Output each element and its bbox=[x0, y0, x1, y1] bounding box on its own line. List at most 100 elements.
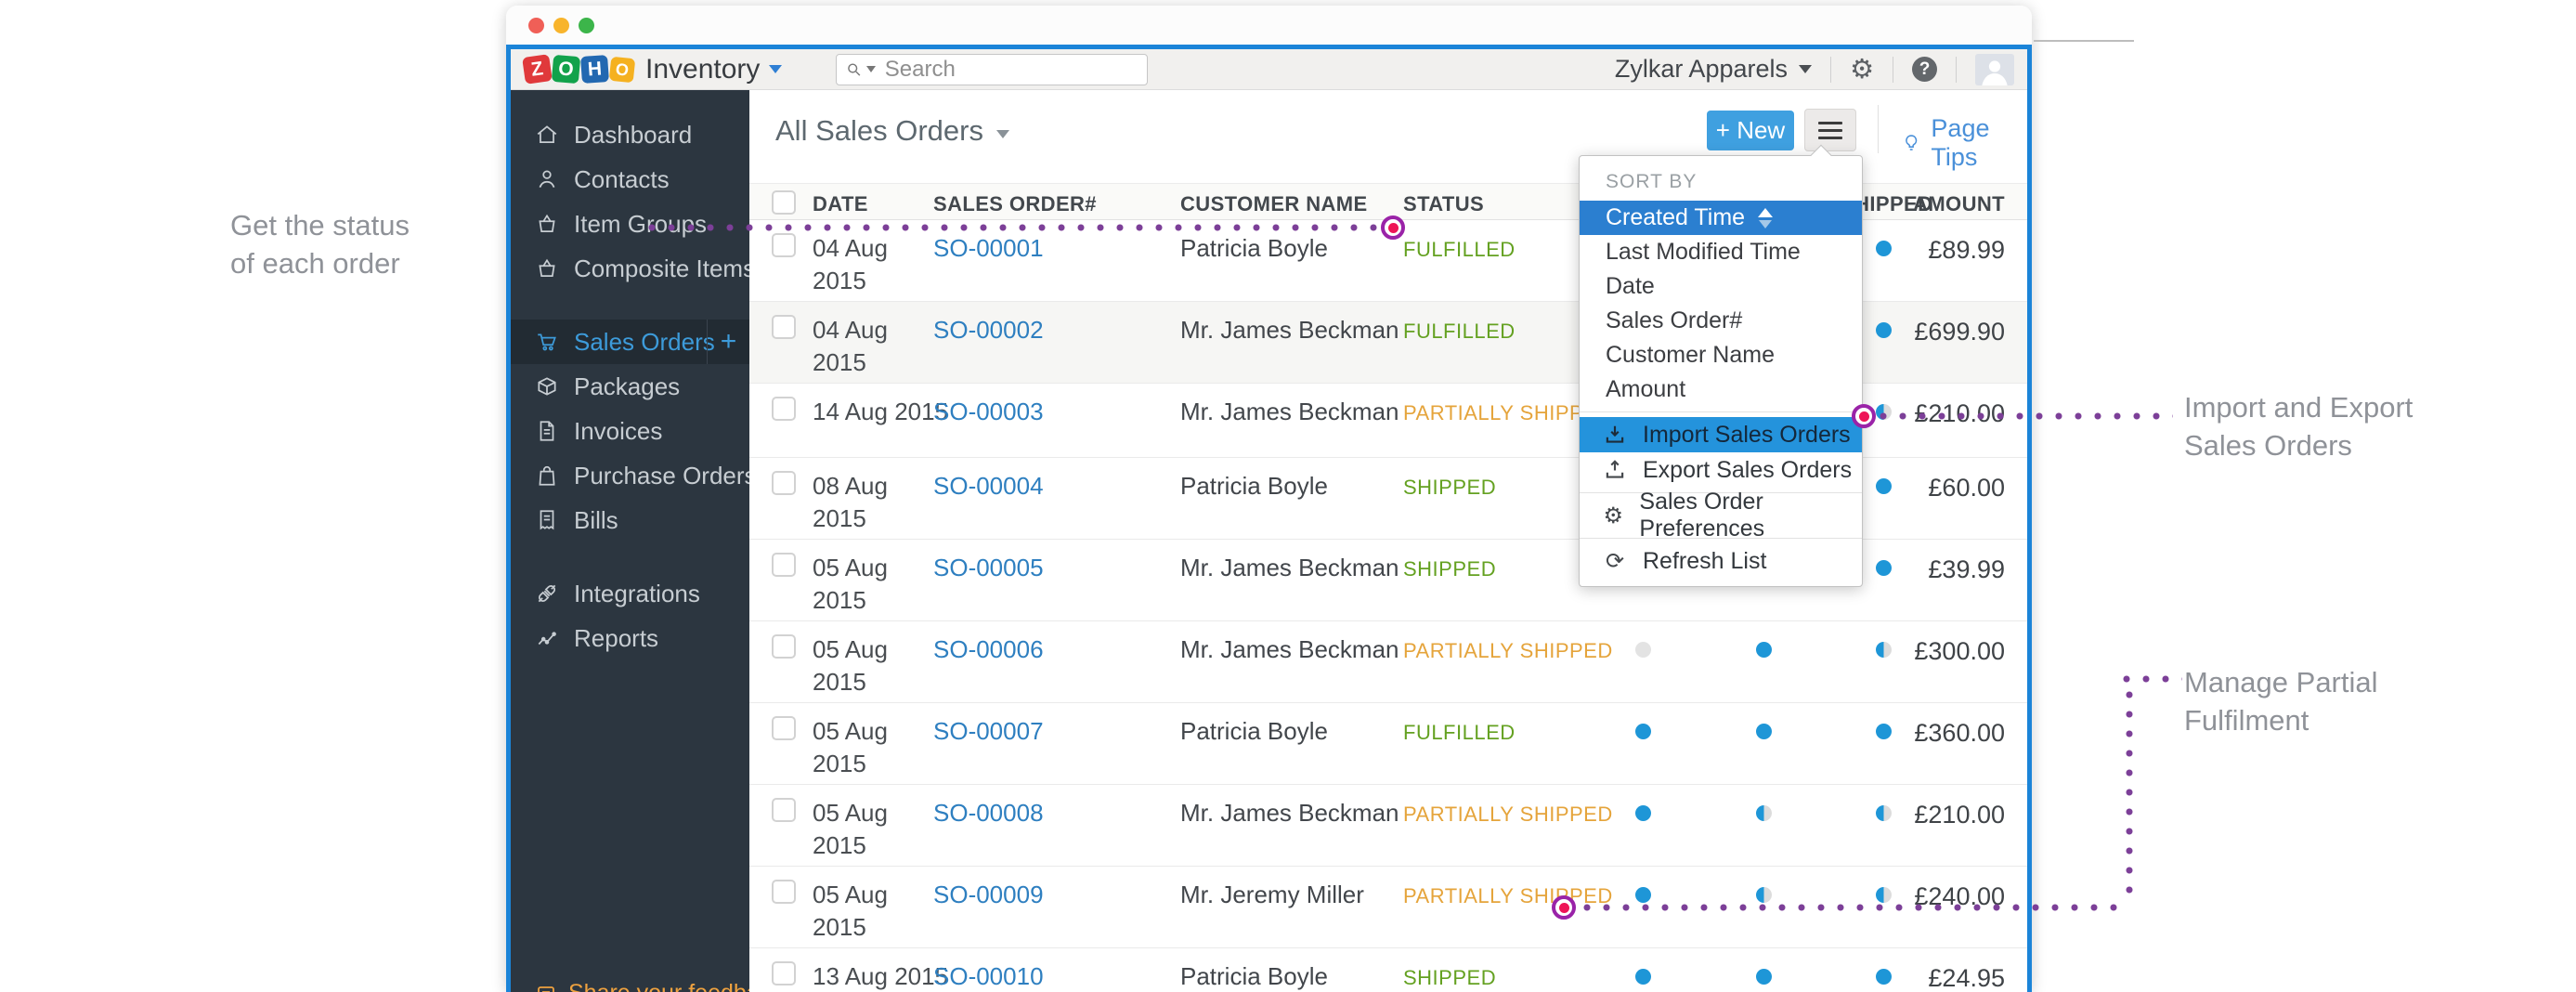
shipped-indicator bbox=[1876, 887, 1892, 903]
chevron-down-icon[interactable] bbox=[769, 65, 782, 73]
sidebar-item-purchase-orders[interactable]: Purchase Orders bbox=[511, 453, 749, 498]
row-checkbox[interactable] bbox=[772, 716, 796, 740]
sales-order-link[interactable]: SO-00007 bbox=[933, 715, 1044, 748]
row-checkbox[interactable] bbox=[772, 961, 796, 985]
help-icon[interactable]: ? bbox=[1912, 57, 1937, 82]
basket-icon bbox=[535, 212, 559, 236]
column-header-date[interactable]: DATE bbox=[813, 192, 868, 216]
receipt-icon bbox=[535, 508, 559, 532]
select-all-checkbox[interactable] bbox=[772, 190, 796, 215]
row-checkbox[interactable] bbox=[772, 315, 796, 339]
sort-direction-icon[interactable] bbox=[1758, 208, 1773, 228]
sort-option-last-modified-time[interactable]: Last Modified Time bbox=[1580, 235, 1862, 269]
annotation-marker bbox=[1552, 895, 1576, 920]
customer-name: Mr. James Beckman bbox=[1180, 314, 1399, 346]
customer-name: Mr. James Beckman bbox=[1180, 552, 1399, 584]
invoiced-indicator bbox=[1635, 969, 1651, 985]
maximize-window-icon[interactable] bbox=[579, 18, 594, 33]
customer-name: Patricia Boyle bbox=[1180, 470, 1328, 503]
table-row[interactable]: 05 Aug2015 SO-00008 Mr. James Beckman PA… bbox=[749, 785, 2027, 867]
column-header-amount[interactable]: AMOUNT bbox=[1913, 192, 2005, 216]
row-checkbox[interactable] bbox=[772, 397, 796, 421]
sort-option-customer-name[interactable]: Customer Name bbox=[1580, 338, 1862, 372]
settings-gear-icon[interactable]: ⚙ bbox=[1850, 56, 1874, 83]
close-window-icon[interactable] bbox=[528, 18, 544, 33]
sales-order-link[interactable]: SO-00003 bbox=[933, 396, 1044, 428]
sort-option-sales-order[interactable]: Sales Order# bbox=[1580, 304, 1862, 338]
shipped-indicator bbox=[1876, 241, 1892, 256]
search-box[interactable] bbox=[836, 54, 1148, 85]
packed-indicator bbox=[1756, 887, 1772, 903]
table-row[interactable]: 05 Aug2015 SO-00007 Patricia Boyle FULFI… bbox=[749, 703, 2027, 785]
sales-order-link[interactable]: SO-00001 bbox=[933, 232, 1044, 265]
sort-option-amount[interactable]: Amount bbox=[1580, 372, 1862, 407]
quick-add-sales-order-button[interactable]: + bbox=[707, 320, 749, 364]
sales-order-link[interactable]: SO-00006 bbox=[933, 633, 1044, 666]
zoho-logo[interactable]: Z O H O bbox=[524, 56, 636, 83]
menu-item-import-sales-orders[interactable]: Import Sales Orders bbox=[1580, 417, 1862, 452]
row-checkbox[interactable] bbox=[772, 798, 796, 822]
search-input[interactable] bbox=[885, 57, 1138, 83]
sidebar-item-composite-items[interactable]: Composite Items bbox=[511, 246, 749, 291]
invoiced-indicator bbox=[1635, 805, 1651, 821]
upload-icon bbox=[1602, 458, 1628, 482]
status-badge: SHIPPED bbox=[1403, 557, 1496, 581]
sidebar-item-packages[interactable]: Packages bbox=[511, 364, 749, 409]
new-sales-order-button[interactable]: + New bbox=[1707, 111, 1794, 150]
sidebar-item-integrations[interactable]: Integrations bbox=[511, 571, 749, 616]
minimize-window-icon[interactable] bbox=[553, 18, 569, 33]
person-silhouette-icon bbox=[1979, 58, 2010, 85]
sort-option-created-time[interactable]: Created Time bbox=[1580, 201, 1862, 235]
page-tips-button[interactable]: Page Tips bbox=[1901, 114, 2027, 172]
order-amount: £699.90 bbox=[1914, 318, 2005, 346]
page-title[interactable]: All Sales Orders bbox=[775, 114, 1009, 148]
sidebar-item-label: Reports bbox=[574, 624, 658, 653]
sales-order-link[interactable]: SO-00009 bbox=[933, 879, 1044, 911]
person-icon bbox=[535, 167, 559, 191]
sidebar-item-bills[interactable]: Bills bbox=[511, 498, 749, 542]
annotation-dotted-line bbox=[648, 224, 1380, 231]
column-header-status[interactable]: STATUS bbox=[1403, 192, 1484, 216]
list-options-menu-button[interactable] bbox=[1804, 109, 1856, 151]
table-row[interactable]: 13 Aug 2015 SO-00010 Patricia Boyle SHIP… bbox=[749, 948, 2027, 992]
search-scope-chevron-icon[interactable] bbox=[866, 66, 876, 72]
sidebar-item-label: Purchase Orders bbox=[574, 462, 757, 490]
divider bbox=[1956, 57, 1957, 83]
row-checkbox[interactable] bbox=[772, 471, 796, 495]
sales-order-link[interactable]: SO-00005 bbox=[933, 552, 1044, 584]
user-avatar[interactable] bbox=[1975, 54, 2014, 85]
share-feedback-link[interactable]: Share your feedback bbox=[535, 980, 783, 992]
row-checkbox[interactable] bbox=[772, 634, 796, 659]
table-row[interactable]: 05 Aug2015 SO-00006 Mr. James Beckman PA… bbox=[749, 621, 2027, 703]
column-header-customer[interactable]: CUSTOMER NAME bbox=[1180, 192, 1368, 216]
menu-item-export-sales-orders[interactable]: Export Sales Orders bbox=[1580, 452, 1862, 488]
row-checkbox[interactable] bbox=[772, 553, 796, 577]
download-icon bbox=[1602, 423, 1628, 447]
row-checkbox[interactable] bbox=[772, 880, 796, 904]
org-selector[interactable]: Zylkar Apparels bbox=[1615, 55, 1812, 84]
sort-option-date[interactable]: Date bbox=[1580, 269, 1862, 304]
sales-order-link[interactable]: SO-00004 bbox=[933, 470, 1044, 503]
sales-order-link[interactable]: SO-00010 bbox=[933, 960, 1044, 992]
column-header-sales-order[interactable]: SALES ORDER# bbox=[933, 192, 1097, 216]
sidebar-item-contacts[interactable]: Contacts bbox=[511, 157, 749, 202]
sidebar-item-reports[interactable]: Reports bbox=[511, 616, 749, 660]
hamburger-icon bbox=[1818, 137, 1842, 139]
order-date: 14 Aug 2015 bbox=[813, 396, 948, 428]
customer-name: Patricia Boyle bbox=[1180, 715, 1328, 748]
divider bbox=[1580, 411, 1862, 412]
menu-item-refresh-list[interactable]: ⟳ Refresh List bbox=[1580, 543, 1862, 579]
sales-order-link[interactable]: SO-00008 bbox=[933, 797, 1044, 829]
home-icon bbox=[535, 123, 559, 147]
annotation-marker bbox=[1852, 404, 1876, 428]
sidebar-item-sales-orders[interactable]: Sales Orders + bbox=[511, 320, 749, 364]
packed-indicator bbox=[1756, 969, 1772, 985]
sidebar-item-invoices[interactable]: Invoices bbox=[511, 409, 749, 453]
sales-order-link[interactable]: SO-00002 bbox=[933, 314, 1044, 346]
order-date: 05 Aug2015 bbox=[813, 797, 888, 862]
logo-letter: H bbox=[580, 55, 609, 84]
order-date: 05 Aug2015 bbox=[813, 879, 888, 944]
menu-item-sales-order-preferences[interactable]: ⚙ Sales Order Preferences bbox=[1580, 498, 1862, 533]
sidebar-item-dashboard[interactable]: Dashboard bbox=[511, 112, 749, 157]
row-checkbox[interactable] bbox=[772, 233, 796, 257]
